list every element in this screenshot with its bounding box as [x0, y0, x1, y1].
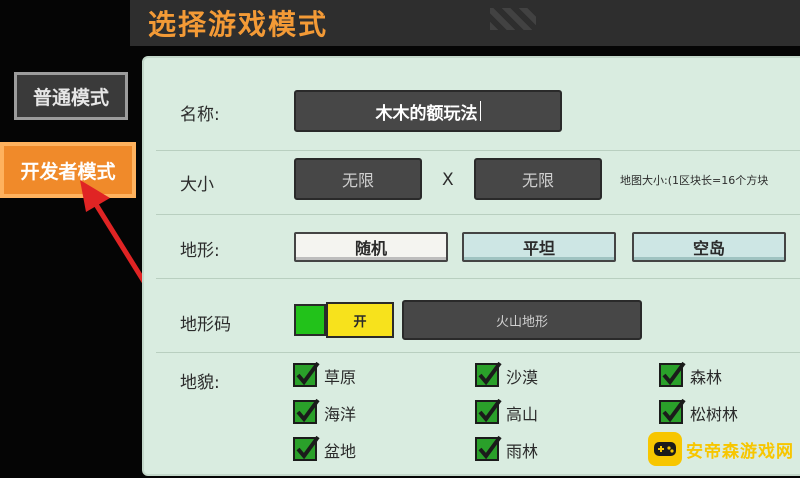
- landform-checkbox-grassland[interactable]: 草原: [293, 361, 357, 388]
- terrain-option-label: 空岛: [692, 239, 725, 258]
- map-size-hint: 地图大小:(1区块长=16个方块: [620, 174, 769, 187]
- terrain-code-value: 火山地形: [495, 314, 548, 330]
- landform-label-text: 森林: [690, 368, 723, 387]
- checkmark-icon: [475, 361, 502, 388]
- landform-checkbox-ocean[interactable]: 海洋: [293, 398, 357, 425]
- landform-label-text: 松树林: [690, 405, 739, 424]
- terrain-option-label: 平坦: [522, 239, 555, 258]
- checkmark-icon: [475, 398, 502, 425]
- checkmark-icon: [475, 435, 502, 462]
- terrain-option-random[interactable]: 随机: [294, 232, 448, 262]
- sidebar-item-normal-mode[interactable]: 普通模式: [14, 72, 128, 120]
- text-caret: [479, 101, 481, 121]
- name-input[interactable]: 木木的额玩法: [294, 90, 562, 132]
- height-field[interactable]: 无限: [474, 158, 602, 200]
- landform-checkbox-forest[interactable]: 森林: [659, 361, 723, 388]
- terrain-code-toggle-track[interactable]: [294, 304, 326, 336]
- landform-checkbox-mountain[interactable]: 高山: [475, 398, 539, 425]
- divider: [156, 214, 800, 215]
- landform-label-text: 沙漠: [506, 368, 539, 387]
- landform-label-text: 海洋: [324, 405, 357, 424]
- terrain-option-flat[interactable]: 平坦: [462, 232, 616, 262]
- size-label: 大小: [180, 175, 214, 195]
- landform-checkbox-basin[interactable]: 盆地: [293, 435, 357, 462]
- terrain-code-toggle[interactable]: 开: [326, 302, 394, 338]
- page-title: 选择游戏模式: [148, 8, 329, 41]
- terrain-option-label: 随机: [354, 239, 387, 258]
- divider: [156, 278, 800, 279]
- checkmark-icon: [659, 398, 686, 425]
- name-value: 木木的额玩法: [375, 103, 478, 124]
- checkmark-icon: [659, 361, 686, 388]
- divider: [156, 150, 800, 151]
- landform-label-text: 盆地: [324, 442, 357, 461]
- checker-decoration: [490, 8, 536, 30]
- landform-label-text: 草原: [324, 368, 357, 387]
- landform-label: 地貌:: [180, 373, 220, 393]
- checkmark-icon: [293, 435, 320, 462]
- landform-checkbox-rainforest[interactable]: 雨林: [475, 435, 539, 462]
- width-value: 无限: [341, 171, 374, 190]
- settings-panel: 名称: 木木的额玩法 大小 无限 X 无限 地图大小:(1区块长=16个方块 地…: [142, 56, 800, 476]
- terrain-option-sky-island[interactable]: 空岛: [632, 232, 786, 262]
- divider: [156, 352, 800, 353]
- landform-label-text: 雨林: [506, 442, 539, 461]
- landform-label-text: 高山: [506, 405, 539, 424]
- name-label: 名称:: [180, 105, 220, 125]
- title-bar: 选择游戏模式: [130, 0, 800, 46]
- landform-checkbox-desert[interactable]: 沙漠: [475, 361, 539, 388]
- terrain-label: 地形:: [180, 241, 220, 261]
- watermark: 安帝森游戏网: [648, 432, 794, 466]
- size-separator: X: [442, 170, 454, 190]
- landform-checkbox-pine-forest[interactable]: 松树林: [659, 398, 739, 425]
- width-field[interactable]: 无限: [294, 158, 422, 200]
- height-value: 无限: [521, 171, 554, 190]
- toggle-label: 开: [353, 314, 367, 330]
- watermark-text: 安帝森游戏网: [686, 441, 794, 462]
- gamepad-icon: [648, 432, 682, 466]
- checkmark-icon: [293, 398, 320, 425]
- sidebar-item-label: 普通模式: [32, 86, 109, 109]
- terrain-code-label: 地形码: [180, 315, 231, 335]
- checkmark-icon: [293, 361, 320, 388]
- terrain-code-input[interactable]: 火山地形: [402, 300, 642, 340]
